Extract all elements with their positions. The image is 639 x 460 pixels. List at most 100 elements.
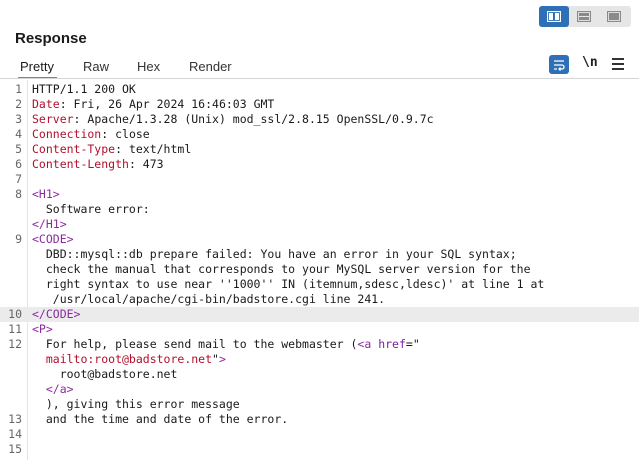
code-text: /usr/local/apache/cgi-bin/badstore.cgi l… <box>32 292 385 307</box>
tab-raw[interactable]: Raw <box>83 56 109 78</box>
code-line: ), giving this error message <box>0 397 639 412</box>
tab-pretty[interactable]: Pretty <box>18 56 57 79</box>
code-text: </H1> <box>32 217 67 232</box>
code-text: check the manual that corresponds to you… <box>32 262 531 277</box>
body-text: ), giving this error message <box>32 397 240 411</box>
code-text: Software error: <box>32 202 150 217</box>
html-tag: <P> <box>32 322 53 336</box>
code-text: Server: Apache/1.3.28 (Unix) mod_ssl/2.8… <box>32 112 434 127</box>
code-line: </a> <box>0 382 639 397</box>
line-number: 12 <box>8 337 22 351</box>
body-text: HTTP/1.1 200 OK <box>32 82 136 96</box>
header-value: : Apache/1.3.28 (Unix) mod_ssl/2.8.15 Op… <box>73 112 434 126</box>
body-text: and the time and date of the error. <box>32 412 289 426</box>
code-line: 13 and the time and date of the error. <box>0 412 639 427</box>
word-wrap-button[interactable] <box>549 55 569 74</box>
line-number: 8 <box>15 187 22 201</box>
code-text: <CODE> <box>32 232 74 247</box>
body-text: check the manual that corresponds to you… <box>32 262 531 276</box>
code-text: DBD::mysql::db prepare failed: You have … <box>32 247 517 262</box>
code-line: Software error: <box>0 202 639 217</box>
attribute-name: href <box>378 337 406 351</box>
code-text: HTTP/1.1 200 OK <box>32 82 136 97</box>
code-text: </CODE> <box>32 307 80 322</box>
code-line: 3 Server: Apache/1.3.28 (Unix) mod_ssl/2.… <box>0 112 639 127</box>
code-text: <P> <box>32 322 53 337</box>
html-tag: <a <box>357 337 379 351</box>
body-text: /usr/local/apache/cgi-bin/badstore.cgi l… <box>32 292 386 306</box>
code-line: 5 Content-Type: text/html <box>0 142 639 157</box>
tab-divider <box>0 78 639 79</box>
code-line: DBD::mysql::db prepare failed: You have … <box>0 247 639 262</box>
split-vertical-icon[interactable] <box>569 6 599 27</box>
header-value: : 473 <box>128 157 164 171</box>
line-number: 1 <box>15 82 22 96</box>
line-number: 15 <box>8 442 22 456</box>
split-horizontal-icon[interactable] <box>539 6 569 27</box>
html-tag: </CODE> <box>32 307 81 321</box>
code-line: root@badstore.net <box>0 367 639 382</box>
body-text: right syntax to use near ''1000'' IN (it… <box>32 277 545 291</box>
line-number: 2 <box>15 97 22 111</box>
code-line: 9 <CODE> <box>0 232 639 247</box>
code-line: 14 <box>0 427 639 442</box>
code-text: root@badstore.net <box>32 367 178 382</box>
code-line: </H1> <box>0 217 639 232</box>
menu-icon[interactable] <box>612 58 624 70</box>
code-line: check the manual that corresponds to you… <box>0 262 639 277</box>
body-text: Software error: <box>32 202 150 216</box>
html-tag: <CODE> <box>32 232 74 246</box>
code-line: 1 HTTP/1.1 200 OK <box>0 82 639 97</box>
panel-title: Response <box>15 30 87 47</box>
line-number: 11 <box>8 322 22 336</box>
code-text: </a> <box>32 382 74 397</box>
response-editor[interactable]: 1 HTTP/1.1 200 OK 2 Date: Fri, 26 Apr 2024 … <box>0 80 639 460</box>
header-name: Date <box>32 97 60 111</box>
header-name: Content-Type <box>32 142 116 156</box>
single-pane-icon[interactable] <box>599 6 629 27</box>
code-line: /usr/local/apache/cgi-bin/badstore.cgi l… <box>0 292 639 307</box>
body-text: root@badstore.net <box>32 367 178 381</box>
code-text: <H1> <box>32 187 60 202</box>
show-newlines-button[interactable]: \n <box>582 55 598 70</box>
quote: " <box>212 352 219 366</box>
code-line: 4 Connection: close <box>0 127 639 142</box>
header-name: Connection <box>32 127 102 141</box>
line-number: 5 <box>15 142 22 156</box>
attribute-equals: =" <box>405 337 420 351</box>
header-value: : text/html <box>115 142 192 156</box>
line-number: 10 <box>8 307 22 321</box>
tab-hex[interactable]: Hex <box>137 56 160 78</box>
code-text: mailto:root@badstore.net"> <box>32 352 226 367</box>
code-line: 2 Date: Fri, 26 Apr 2024 16:46:03 GMT <box>0 97 639 112</box>
layout-toggle-group <box>539 6 631 27</box>
line-number: 3 <box>15 112 22 126</box>
code-text: and the time and date of the error. <box>32 412 288 427</box>
body-text: For help, please send mail to the webmas… <box>32 337 358 351</box>
code-text: right syntax to use near ''1000'' IN (it… <box>32 277 545 292</box>
header-value: : Fri, 26 Apr 2024 16:46:03 GMT <box>59 97 275 111</box>
header-name: Server <box>32 112 74 126</box>
code-line: 12 For help, please send mail to the web… <box>0 337 639 352</box>
html-tag: <H1> <box>32 187 60 201</box>
html-tag: </a> <box>32 382 74 396</box>
code-line: 10 </CODE> <box>0 307 639 322</box>
code-line: 8 <H1> <box>0 187 639 202</box>
code-line: right syntax to use near ''1000'' IN (it… <box>0 277 639 292</box>
html-tag: </H1> <box>32 217 67 231</box>
header-name: Content-Length <box>32 157 129 171</box>
code-line: 15 <box>0 442 639 457</box>
body-text: DBD::mysql::db prepare failed: You have … <box>32 247 517 261</box>
line-number: 9 <box>15 232 22 246</box>
line-number: 4 <box>15 127 22 141</box>
header-value: : close <box>101 127 150 141</box>
tab-render[interactable]: Render <box>189 56 232 78</box>
word-wrap-icon <box>554 59 565 71</box>
line-number: 13 <box>8 412 22 426</box>
code-text: Date: Fri, 26 Apr 2024 16:46:03 GMT <box>32 97 274 112</box>
code-line: 7 <box>0 172 639 187</box>
code-text: Connection: close <box>32 127 150 142</box>
line-number: 14 <box>8 427 22 441</box>
code-text: ), giving this error message <box>32 397 240 412</box>
line-number: 7 <box>15 172 22 186</box>
